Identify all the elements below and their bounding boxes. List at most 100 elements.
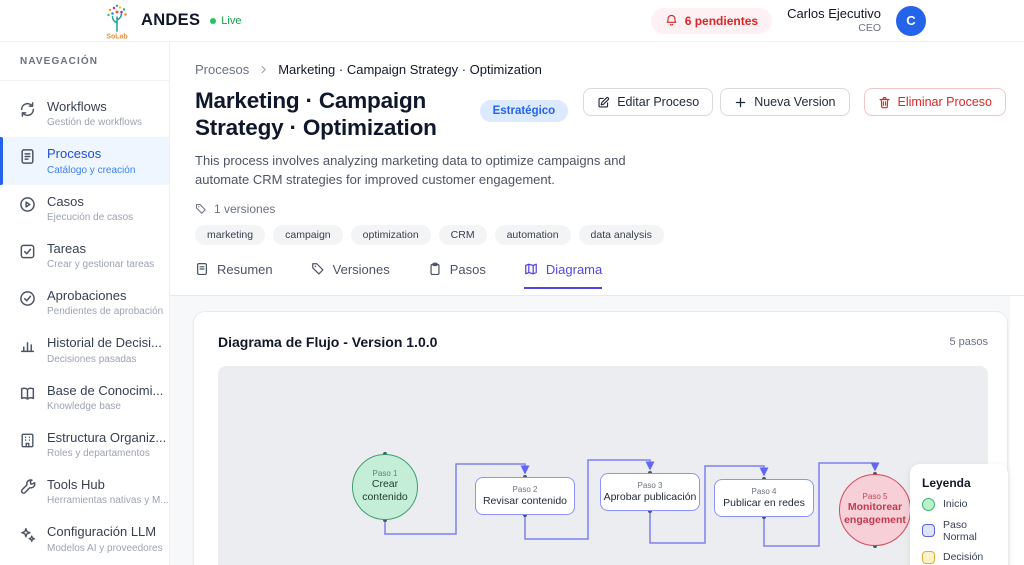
top-bar: SoLab ANDES Live 6 pendientes Carlos Eje… [0, 0, 1024, 42]
sidebar-item-label: Tareas [47, 241, 154, 257]
sidebar-item-sublabel: Decisiones pasadas [47, 354, 161, 365]
sidebar-item-sublabel: Roles y departamentos [47, 448, 161, 459]
sidebar-item-sublabel: Ejecución de casos [47, 212, 133, 223]
sidebar: NAVEGACIÓN WorkflowsGestión de workflows… [0, 42, 170, 565]
tab-resumen[interactable]: Resumen [195, 262, 273, 289]
tag-icon [195, 203, 207, 215]
sidebar-item-workflows[interactable]: WorkflowsGestión de workflows [0, 90, 169, 137]
sidebar-item-tareas[interactable]: Tareas Crear y gestionar tareas [0, 232, 169, 279]
sidebar-item-casos[interactable]: CasosEjecución de casos [0, 185, 169, 232]
sidebar-item-estructura[interactable]: Estructura Organiz... Roles y departament… [0, 421, 169, 468]
tab-label: Versiones [333, 262, 390, 277]
sidebar-item-sublabel: Gestión de workflows [47, 117, 142, 128]
category-badge: Estratégico [480, 100, 569, 122]
sidebar-item-aprobaciones[interactable]: AprobacionesPendientes de aprobación [0, 279, 169, 326]
edit-process-button[interactable]: Editar Proceso [583, 88, 713, 116]
tab-pasos[interactable]: Pasos [428, 262, 486, 289]
check-circle-icon [19, 290, 36, 307]
avatar[interactable]: C [896, 6, 926, 36]
sidebar-item-sublabel: Herramientas nativas y M... [47, 495, 161, 506]
edit-icon [597, 96, 610, 109]
breadcrumb: Procesos Marketing · Campaign Strategy ·… [195, 62, 1006, 77]
sidebar-item-sublabel: Modelos AI y proveedores [47, 543, 161, 554]
breadcrumb-root-link[interactable]: Procesos [195, 62, 249, 77]
sidebar-item-label: Aprobaciones [47, 288, 161, 304]
node-label: Monitorear engagement [844, 501, 906, 528]
legend-item-decision: Decisión [922, 551, 996, 564]
tab-label: Resumen [217, 262, 273, 277]
tab-label: Diagrama [546, 262, 602, 277]
diagram-card-title: Diagrama de Flujo - Version 1.0.0 [218, 334, 437, 350]
logo-wordmark: SoLab [106, 34, 127, 41]
new-version-button[interactable]: Nueva Version [720, 88, 849, 116]
new-version-label: Nueva Version [754, 95, 835, 109]
sync-icon [19, 101, 36, 118]
delete-process-button[interactable]: Eliminar Proceso [864, 88, 1006, 116]
building-icon [19, 432, 36, 449]
legend-label: Paso Normal [943, 519, 996, 543]
versions-count: 1 versiones [195, 202, 1006, 216]
user-role: CEO [787, 22, 881, 35]
flow-node-paso4[interactable]: Paso 4 Publicar en redes [714, 479, 814, 517]
pending-count-label: 6 pendientes [685, 14, 758, 28]
tag-pill: campaign [273, 225, 343, 245]
tag-pill: marketing [195, 225, 265, 245]
pending-notifications-button[interactable]: 6 pendientes [651, 8, 772, 34]
map-icon [524, 262, 538, 276]
flow-node-paso3[interactable]: Paso 3 Aprobar publicación [600, 473, 700, 511]
tag-pill: optimization [351, 225, 431, 245]
chevron-right-icon [258, 64, 269, 75]
versions-count-label: 1 versiones [214, 202, 275, 216]
node-label: Publicar en redes [723, 497, 805, 509]
node-step-label: Paso 5 [863, 492, 888, 501]
sidebar-item-label: Historial de Decisi... [47, 335, 161, 351]
sidebar-item-label: Base de Conocimi... [47, 383, 161, 399]
sidebar-item-sublabel: Catálogo y creación [47, 165, 135, 176]
delete-process-label: Eliminar Proceso [898, 95, 992, 109]
tag-pill: automation [495, 225, 571, 245]
node-label: Revisar contenido [483, 495, 567, 507]
sidebar-item-tools-hub[interactable]: Tools Hub Herramientas nativas y M... [0, 468, 169, 515]
clipboard-icon [428, 262, 442, 276]
tab-versiones[interactable]: Versiones [311, 262, 390, 289]
sidebar-item-historial[interactable]: Historial de Decisi... Decisiones pasadas [0, 326, 169, 373]
breadcrumb-current: Marketing · Campaign Strategy · Optimiza… [278, 62, 542, 77]
scrollbar-track[interactable] [1010, 296, 1024, 565]
legend-label: Decisión [943, 551, 983, 563]
sparkles-icon [19, 526, 36, 543]
flow-node-end[interactable]: Paso 5 Monitorear engagement [839, 474, 911, 546]
bar-chart-icon [19, 337, 36, 354]
sidebar-item-label: Configuración LLM [47, 524, 161, 540]
node-step-label: Paso 1 [373, 469, 398, 478]
sidebar-item-label: Estructura Organiz... [47, 430, 161, 446]
sidebar-item-procesos[interactable]: Procesos Catálogo y creación [0, 137, 169, 184]
process-description: This process involves analyzing marketin… [195, 151, 663, 190]
flow-node-paso2[interactable]: Paso 2 Revisar contenido [475, 477, 575, 515]
bell-icon [665, 14, 678, 27]
sidebar-item-configuracion-llm[interactable]: Configuración LLM Modelos AI y proveedore… [0, 515, 169, 562]
user-name: Carlos Ejecutivo [787, 6, 881, 22]
edit-process-label: Editar Proceso [617, 95, 699, 109]
sidebar-item-label: Tools Hub [47, 477, 161, 493]
diagram-legend: Leyenda Inicio Paso Normal Decisión Fin … [910, 464, 1008, 565]
page-body: Diagrama de Flujo - Version 1.0.0 5 paso… [170, 296, 1024, 565]
normal-node-swatch-icon [922, 524, 935, 537]
tag-list: marketing campaign optimization CRM auto… [195, 225, 1006, 245]
sidebar-item-sublabel: Crear y gestionar tareas [47, 259, 154, 270]
node-step-label: Paso 3 [638, 481, 663, 490]
sidebar-item-label: Procesos [47, 146, 135, 162]
wrench-icon [19, 479, 36, 496]
document-icon [195, 262, 209, 276]
flow-canvas[interactable]: Paso 1 Crear contenido Paso 2 Revisar co… [218, 366, 988, 565]
node-label: Crear contenido [357, 478, 413, 505]
tab-label: Pasos [450, 262, 486, 277]
app-name: ANDES [141, 11, 200, 30]
legend-item-inicio: Inicio [922, 498, 996, 511]
node-step-label: Paso 2 [513, 485, 538, 494]
sidebar-item-base-conocimiento[interactable]: Base de Conocimi...Knowledge base [0, 374, 169, 421]
steps-count-label: 5 pasos [949, 336, 988, 348]
tab-diagrama[interactable]: Diagrama [524, 262, 602, 289]
diagram-card: Diagrama de Flujo - Version 1.0.0 5 paso… [193, 311, 1008, 565]
live-status: Live [210, 15, 241, 27]
flow-node-start[interactable]: Paso 1 Crear contenido [352, 454, 418, 520]
